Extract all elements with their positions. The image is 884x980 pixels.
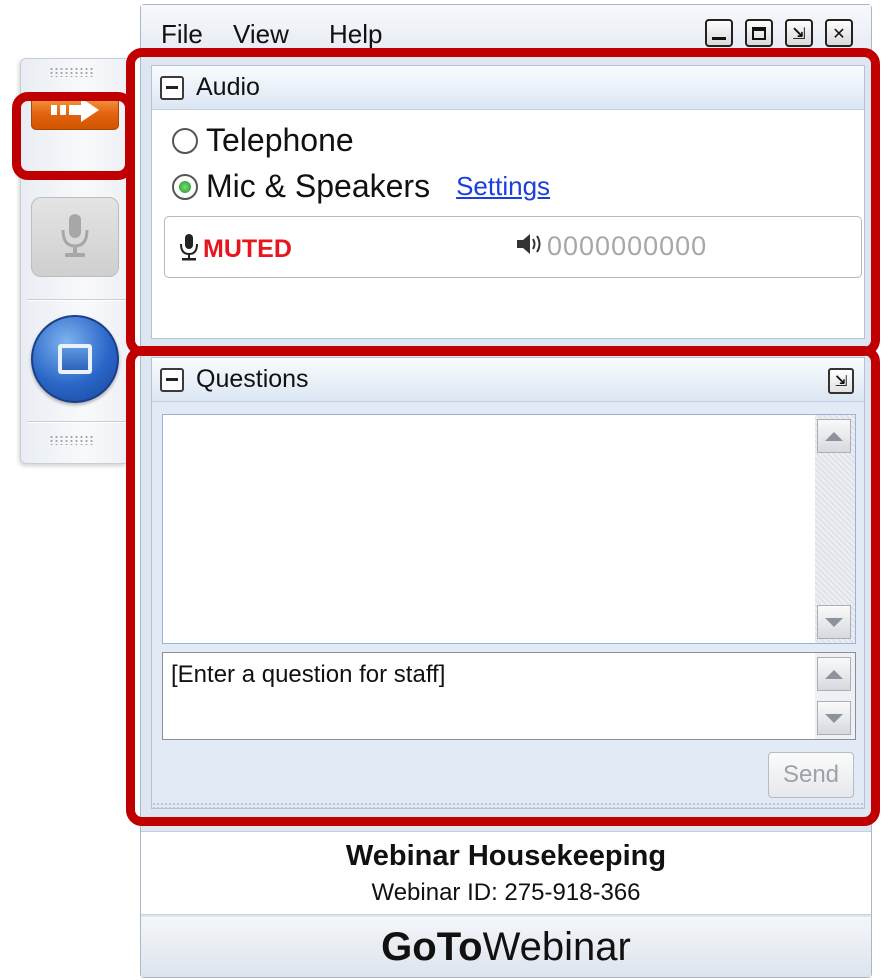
- microphone-button[interactable]: [31, 197, 119, 277]
- webinar-info: Webinar Housekeeping Webinar ID: 275-918…: [141, 831, 871, 915]
- divider: [27, 299, 126, 301]
- show-panel-arrow-icon: [49, 97, 101, 128]
- microphone-icon: [58, 212, 92, 263]
- questions-panel-header: Questions: [152, 358, 864, 402]
- telephone-label: Telephone: [206, 122, 354, 158]
- questions-panel: Questions ⇲ [Enter a question for staff]: [151, 357, 865, 809]
- input-scroll-up-button[interactable]: [817, 657, 851, 691]
- questions-log[interactable]: [162, 414, 856, 644]
- telephone-option[interactable]: Telephone: [172, 122, 354, 159]
- grab-tab: [20, 58, 126, 464]
- arrow-down-icon: [825, 617, 843, 627]
- menu-file[interactable]: File: [161, 19, 203, 50]
- collapse-questions-button[interactable]: [160, 367, 184, 392]
- menu-bar: File View Help ⇲ ✕: [141, 5, 871, 55]
- audio-status-box: MUTED 0000000000: [164, 216, 862, 278]
- grip-handle-bottom[interactable]: [49, 435, 95, 445]
- audio-panel-header: Audio: [152, 66, 864, 110]
- menu-help[interactable]: Help: [329, 19, 382, 50]
- logo-light-part: Webinar: [482, 924, 631, 969]
- popout-questions-button[interactable]: ⇲: [828, 368, 854, 394]
- input-scroll-down-button[interactable]: [817, 701, 851, 735]
- webinar-id: Webinar ID: 275-918-366: [371, 879, 641, 906]
- speaker-icon: [515, 231, 545, 262]
- popout-icon: ⇲: [834, 372, 848, 390]
- send-button[interactable]: Send: [768, 752, 854, 798]
- maximize-button[interactable]: [745, 19, 773, 47]
- control-panel-window: File View Help ⇲ ✕ Audio Telephone Mic &…: [140, 4, 872, 978]
- telephone-radio[interactable]: [172, 127, 198, 154]
- audio-settings-link[interactable]: Settings: [456, 171, 550, 202]
- arrow-down-icon: [825, 713, 843, 723]
- microphone-small-icon: [179, 233, 199, 266]
- scroll-down-button[interactable]: [817, 605, 851, 639]
- screen-share-icon: [58, 344, 92, 374]
- resize-grip[interactable]: [152, 802, 864, 808]
- minimize-button[interactable]: [705, 19, 733, 47]
- brand-bar: GoToWebinar: [141, 917, 871, 977]
- gotowebinar-logo: GoToWebinar: [381, 925, 631, 970]
- webinar-title: Webinar Housekeeping: [345, 840, 667, 872]
- audio-panel: Audio Telephone Mic & Speakers Settings: [151, 65, 865, 339]
- mic-status: MUTED: [179, 233, 292, 266]
- popout-button[interactable]: ⇲: [785, 19, 813, 47]
- minimize-icon: [712, 36, 726, 40]
- question-input-scrollbar[interactable]: [815, 653, 855, 739]
- arrow-up-icon: [825, 669, 843, 679]
- grip-handle-top[interactable]: [49, 67, 95, 77]
- scroll-up-button[interactable]: [817, 419, 851, 453]
- collapse-audio-button[interactable]: [160, 75, 184, 100]
- mic-speakers-option[interactable]: Mic & Speakers Settings: [172, 168, 550, 205]
- logo-bold-part: GoTo: [381, 924, 483, 969]
- speaker-level-meter: 0000000000: [515, 231, 707, 262]
- menu-view[interactable]: View: [233, 19, 289, 50]
- mic-speakers-radio[interactable]: [172, 173, 198, 200]
- maximize-icon: [752, 26, 766, 40]
- divider: [27, 421, 126, 423]
- popout-icon: ⇲: [792, 23, 806, 43]
- screen-share-button[interactable]: [31, 315, 119, 403]
- question-input-placeholder: [Enter a question for staff]: [171, 661, 446, 688]
- close-button[interactable]: ✕: [825, 19, 853, 47]
- questions-panel-title: Questions: [196, 365, 309, 393]
- arrow-up-icon: [825, 431, 843, 441]
- audio-panel-title: Audio: [196, 73, 260, 101]
- questions-log-scrollbar[interactable]: [815, 415, 855, 643]
- question-input[interactable]: [Enter a question for staff]: [162, 652, 856, 740]
- muted-label: MUTED: [203, 235, 292, 263]
- close-icon: ✕: [832, 23, 846, 43]
- show-control-panel-button[interactable]: [31, 94, 119, 130]
- mic-speakers-label: Mic & Speakers: [206, 168, 431, 204]
- level-meter-bars: 0000000000: [547, 231, 708, 261]
- divider: [27, 171, 126, 173]
